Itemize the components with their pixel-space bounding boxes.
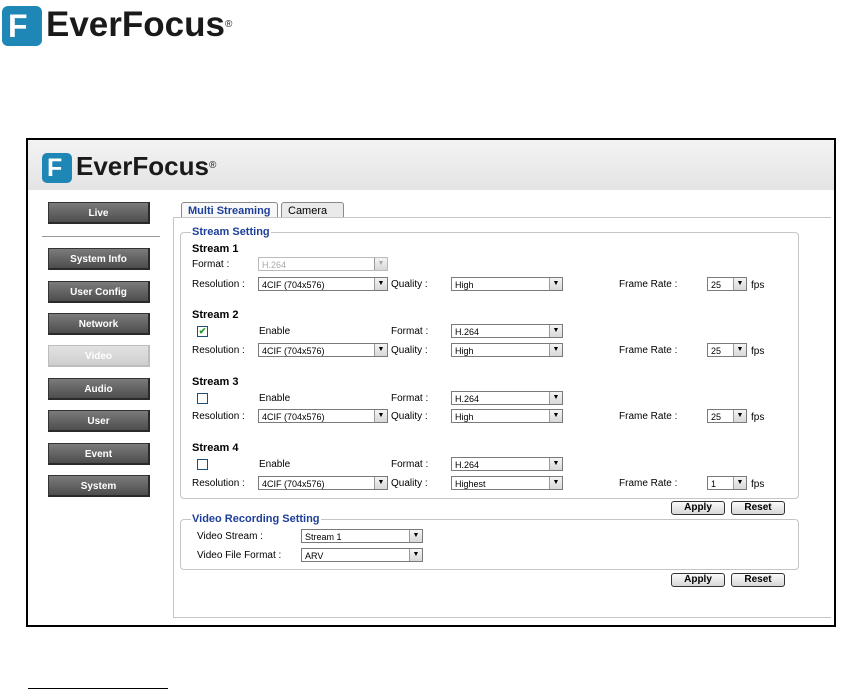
stream-4-enable-label: Enable: [259, 459, 291, 470]
chevron-down-icon[interactable]: ▼: [549, 278, 562, 290]
stream-1-fps-label: fps: [751, 280, 765, 291]
stream-4-frame-rate-select[interactable]: 1 ▼: [707, 476, 747, 490]
chevron-down-icon[interactable]: ▼: [733, 278, 746, 290]
stream-3-frame-rate-select[interactable]: 25 ▼: [707, 409, 747, 423]
video-file-format-label: Video File Format :: [197, 550, 282, 561]
stream-4-quality-label: Quality :: [391, 478, 428, 489]
chevron-down-icon: ▼: [374, 258, 387, 270]
stream-4-frame-rate-label: Frame Rate :: [619, 478, 678, 489]
stream-2-format-select[interactable]: H.264 ▼: [451, 324, 563, 338]
stream-2-resolution-select[interactable]: 4CIF (704x576) ▼: [258, 343, 388, 357]
stream-1-format-select: H.264 ▼: [258, 257, 388, 271]
stream-2-enable-checkbox[interactable]: ✔: [197, 326, 208, 337]
stream-3-resolution-select[interactable]: 4CIF (704x576) ▼: [258, 409, 388, 423]
stream-1-resolution-select[interactable]: 4CIF (704x576) ▼: [258, 277, 388, 291]
stream-3-quality-select[interactable]: High ▼: [451, 409, 563, 423]
video-stream-label: Video Stream :: [197, 531, 263, 542]
stream-1-frame-rate-select[interactable]: 25 ▼: [707, 277, 747, 291]
stream-3-enable-label: Enable: [259, 393, 291, 404]
web-ui-screenshot: F EverFocus® Live System Info User Confi…: [26, 138, 836, 627]
stream-1-quality-label: Quality :: [391, 279, 428, 290]
stream-4-quality-select[interactable]: Highest ▼: [451, 476, 563, 490]
chevron-down-icon[interactable]: ▼: [374, 344, 387, 356]
tab-camera[interactable]: Camera: [281, 202, 344, 218]
stream-4-format-label: Format :: [391, 459, 429, 470]
app-logo-text: EverFocus®: [76, 151, 217, 181]
stream-2-quality-label: Quality :: [391, 345, 428, 356]
stream-1-frame-rate-label: Frame Rate :: [619, 279, 678, 290]
sidebar-item-event[interactable]: Event: [48, 443, 150, 465]
stream-4-format-select[interactable]: H.264 ▼: [451, 457, 563, 471]
chevron-down-icon[interactable]: ▼: [549, 344, 562, 356]
tab-multi-streaming[interactable]: Multi Streaming: [181, 202, 278, 218]
sidebar-divider: [42, 236, 160, 237]
chevron-down-icon[interactable]: ▼: [733, 344, 746, 356]
stream-2-fps-label: fps: [751, 346, 765, 357]
stream-3-frame-rate-label: Frame Rate :: [619, 411, 678, 422]
stream-setting-legend: Stream Setting: [192, 226, 270, 238]
chevron-down-icon[interactable]: ▼: [549, 392, 562, 404]
sidebar-item-user-config[interactable]: User Config: [48, 281, 150, 303]
stream-4-title: Stream 4: [192, 442, 239, 454]
stream-1-resolution-label: Resolution :: [192, 279, 245, 290]
stream-1-title: Stream 1: [192, 243, 239, 255]
stream-4-resolution-select[interactable]: 4CIF (704x576) ▼: [258, 476, 388, 490]
stream-2-frame-rate-select[interactable]: 25 ▼: [707, 343, 747, 357]
sidebar-item-user[interactable]: User: [48, 410, 150, 432]
chevron-down-icon[interactable]: ▼: [733, 477, 746, 489]
sidebar-item-audio[interactable]: Audio: [48, 378, 150, 400]
everfocus-logo-mark: F: [2, 6, 42, 46]
sidebar-item-network[interactable]: Network: [48, 313, 150, 335]
chevron-down-icon[interactable]: ▼: [549, 410, 562, 422]
sidebar-item-system-info[interactable]: System Info: [48, 248, 150, 270]
sidebar-item-video[interactable]: Video: [48, 345, 150, 367]
video-stream-select[interactable]: Stream 1 ▼: [301, 529, 423, 543]
checkmark-icon: ✔: [198, 326, 207, 336]
stream-3-fps-label: fps: [751, 412, 765, 423]
stream-2-title: Stream 2: [192, 309, 239, 321]
stream-3-format-label: Format :: [391, 393, 429, 404]
stream-1-format-label: Format :: [192, 259, 230, 270]
video-recording-legend: Video Recording Setting: [192, 513, 320, 525]
app-logo-mark: F: [42, 153, 72, 183]
chevron-down-icon[interactable]: ▼: [374, 477, 387, 489]
stream-4-enable-checkbox[interactable]: [197, 459, 208, 470]
stream-reset-button[interactable]: Reset: [731, 501, 785, 515]
stream-4-fps-label: fps: [751, 479, 765, 490]
stream-1-quality-select[interactable]: High ▼: [451, 277, 563, 291]
video-file-format-select[interactable]: ARV ▼: [301, 548, 423, 562]
stream-2-enable-label: Enable: [259, 326, 291, 337]
chevron-down-icon[interactable]: ▼: [409, 549, 422, 561]
stream-3-title: Stream 3: [192, 376, 239, 388]
stream-2-frame-rate-label: Frame Rate :: [619, 345, 678, 356]
chevron-down-icon[interactable]: ▼: [374, 410, 387, 422]
sidebar-item-live[interactable]: Live: [48, 202, 150, 224]
stream-3-format-select[interactable]: H.264 ▼: [451, 391, 563, 405]
stream-2-resolution-label: Resolution :: [192, 345, 245, 356]
header-bar: F EverFocus®: [28, 140, 834, 190]
stream-3-enable-checkbox[interactable]: [197, 393, 208, 404]
stream-apply-button[interactable]: Apply: [671, 501, 725, 515]
stream-4-resolution-label: Resolution :: [192, 478, 245, 489]
chevron-down-icon[interactable]: ▼: [374, 278, 387, 290]
footnote-divider: [28, 688, 168, 689]
chevron-down-icon[interactable]: ▼: [549, 477, 562, 489]
chevron-down-icon[interactable]: ▼: [549, 325, 562, 337]
sidebar-item-system[interactable]: System: [48, 475, 150, 497]
stream-2-quality-select[interactable]: High ▼: [451, 343, 563, 357]
stream-3-quality-label: Quality :: [391, 411, 428, 422]
stream-2-format-label: Format :: [391, 326, 429, 337]
stream-3-resolution-label: Resolution :: [192, 411, 245, 422]
everfocus-logo-text: EverFocus®: [46, 5, 233, 44]
chevron-down-icon[interactable]: ▼: [733, 410, 746, 422]
chevron-down-icon[interactable]: ▼: [409, 530, 422, 542]
recording-reset-button[interactable]: Reset: [731, 573, 785, 587]
recording-apply-button[interactable]: Apply: [671, 573, 725, 587]
chevron-down-icon[interactable]: ▼: [549, 458, 562, 470]
